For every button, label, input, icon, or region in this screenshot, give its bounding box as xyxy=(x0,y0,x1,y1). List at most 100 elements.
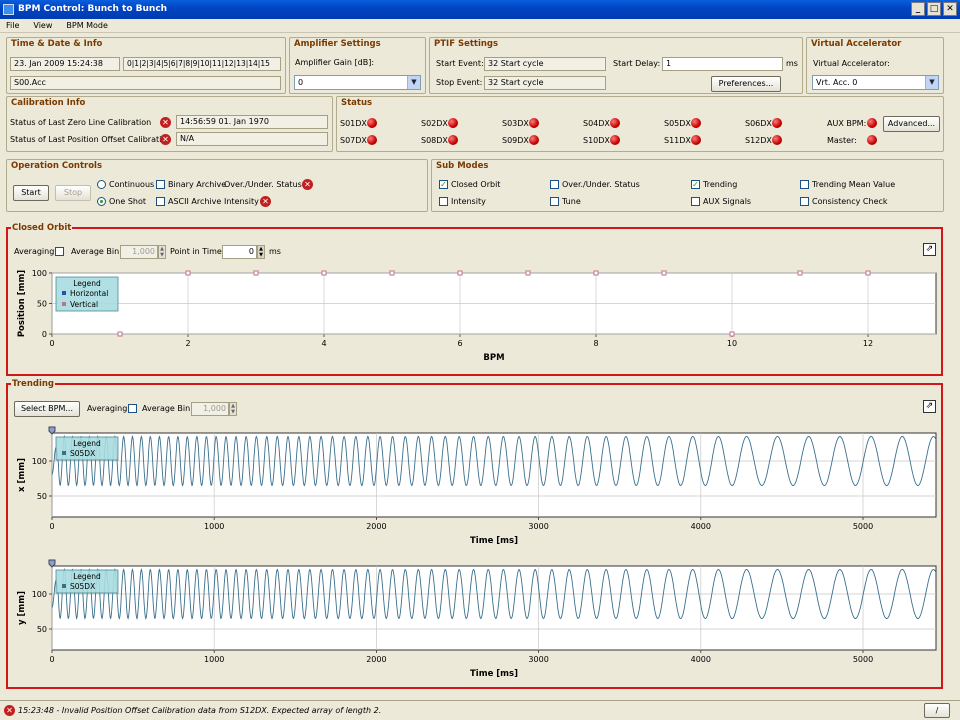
menu-view[interactable]: View xyxy=(33,19,52,32)
trending-average-bin-input[interactable]: 1,000 xyxy=(191,402,229,416)
close-button[interactable]: ✕ xyxy=(943,2,957,16)
plot-area xyxy=(51,565,937,651)
status-led-s07dx xyxy=(367,135,377,145)
trending-panel: Trending Select BPM... Averaging Average… xyxy=(6,379,943,689)
x-tick-label: 12 xyxy=(863,339,873,348)
amplifier-gain-select[interactable]: 0 ▼ xyxy=(294,75,421,90)
maximize-button[interactable]: □ xyxy=(927,2,941,16)
chevron-down-icon[interactable]: ▼ xyxy=(407,76,420,89)
average-bin-input[interactable]: 1,000 xyxy=(120,245,158,259)
closed-orbit-title: Closed Orbit xyxy=(11,223,73,233)
over-under-checkbox[interactable] xyxy=(550,180,559,189)
menu-bpm-mode[interactable]: BPM Mode xyxy=(66,19,108,32)
window-titlebar[interactable]: BPM Control: Bunch to Bunch _ □ ✕ xyxy=(0,0,960,19)
expand-icon[interactable]: ⇗ xyxy=(923,400,936,413)
ptif-settings-panel: PTIF Settings Start Event: 32 Start cycl… xyxy=(429,37,803,94)
average-bin-spinner[interactable]: ▲ ▼ xyxy=(158,245,166,259)
advanced-button[interactable]: Advanced... xyxy=(883,116,940,132)
bunch-indicator: 0|1|2|3|4|5|6|7|8|9|10|11|12|13|14|15 xyxy=(123,57,281,71)
x-tick-label: 5000 xyxy=(853,655,873,664)
time-date-info-title: Time & Date & Info xyxy=(11,39,103,49)
trending-y-chart: 0 1000 2000 3000 4000 5000 50 100 Time [ms] y [mm… xyxy=(17,559,937,679)
aux-signals-checkbox[interactable] xyxy=(691,197,700,206)
one-shot-radio[interactable] xyxy=(97,197,106,206)
y-axis-label: x [mm] xyxy=(17,458,27,492)
data-point-vertical xyxy=(661,270,667,276)
averaging-checkbox[interactable] xyxy=(55,247,64,256)
status-led-s01dx xyxy=(367,118,377,128)
data-point-vertical xyxy=(593,270,599,276)
legend-title: Legend xyxy=(73,572,101,581)
x-tick-label: 2000 xyxy=(366,655,386,664)
status-led-s08dx xyxy=(448,135,458,145)
stop-button[interactable]: Stop xyxy=(55,185,91,201)
minimize-button[interactable]: _ xyxy=(911,2,925,16)
select-bpm-button[interactable]: Select BPM... xyxy=(14,401,80,417)
x-tick-label: 4000 xyxy=(691,522,711,531)
preferences-button[interactable]: Preferences... xyxy=(711,76,781,92)
error-icon: ✕ xyxy=(260,196,271,207)
point-in-time-input[interactable]: 0 xyxy=(222,245,257,259)
point-in-time-spinner[interactable]: ▲ ▼ xyxy=(257,245,265,259)
calibration-info-panel: Calibration Info Status of Last Zero Lin… xyxy=(6,96,333,152)
chevron-down-icon[interactable]: ▼ xyxy=(925,76,938,89)
binary-archive-checkbox[interactable] xyxy=(156,180,165,189)
y-tick-label: 100 xyxy=(32,590,47,599)
binary-archive-label: Binary Archive xyxy=(168,180,227,189)
y-tick-label: 50 xyxy=(37,492,47,501)
tune-checkbox[interactable] xyxy=(550,197,559,206)
y-axis-label: y [mm] xyxy=(17,591,27,625)
x-tick-label: 6 xyxy=(457,339,462,348)
master-label: Master: xyxy=(827,136,857,145)
consistency-check-checkbox[interactable] xyxy=(800,197,809,206)
menu-file[interactable]: File xyxy=(6,19,19,32)
start-button[interactable]: Start xyxy=(13,185,49,201)
closed-orbit-chart: 0 2 4 6 8 10 12 0 50 100 BPM Position [mm] LegendHor… xyxy=(17,269,937,363)
x-axis-label: Time [ms] xyxy=(470,669,518,679)
status-bar-button[interactable]: / xyxy=(924,703,950,718)
status-message: 15:23:48 - Invalid Position Offset Calib… xyxy=(18,706,382,715)
legend-swatch xyxy=(62,291,66,295)
intensity-checkbox[interactable] xyxy=(439,197,448,206)
data-point-vertical xyxy=(797,270,803,276)
x-axis-label: Time [ms] xyxy=(470,536,518,546)
y-axis-label: Position [mm] xyxy=(17,270,27,337)
trending-average-bin-label: Average Bin: xyxy=(142,404,193,413)
virtual-accelerator-select[interactable]: Vrt. Acc. 0 ▼ xyxy=(812,75,939,90)
status-led-s04dx xyxy=(610,118,620,128)
over-under-label: Over./Under. Status xyxy=(224,180,302,189)
trending-averaging-checkbox[interactable] xyxy=(128,404,137,413)
start-delay-label: Start Delay: xyxy=(613,59,661,68)
sub-modes-panel: Sub Modes ✓ Closed Orbit Over./Under. St… xyxy=(431,159,944,212)
trending-checkbox[interactable]: ✓ xyxy=(691,180,700,189)
trending-average-bin-spinner[interactable]: ▲ ▼ xyxy=(229,402,237,416)
x-tick-label: 2000 xyxy=(366,522,386,531)
legend-title: Legend xyxy=(73,439,101,448)
continuous-label: Continuous xyxy=(109,180,155,189)
expand-icon[interactable]: ⇗ xyxy=(923,243,936,256)
status-label-s09dx: S09DX xyxy=(502,136,529,145)
continuous-radio[interactable] xyxy=(97,180,106,189)
trending-mean-checkbox[interactable] xyxy=(800,180,809,189)
status-label-s12dx: S12DX xyxy=(745,136,772,145)
closed-orbit-checkbox[interactable]: ✓ xyxy=(439,180,448,189)
virtual-accelerator-label: Virtual Accelerator: xyxy=(813,59,890,68)
window-controls: _ □ ✕ xyxy=(911,2,957,16)
aux-bpm-led xyxy=(867,118,877,128)
status-label-s06dx: S06DX xyxy=(745,119,772,128)
time-date-info-panel: Time & Date & Info 23. Jan 2009 15:24:38… xyxy=(6,37,286,94)
start-delay-input[interactable]: 1 xyxy=(662,57,783,71)
offset-calibration-field: N/A xyxy=(176,132,328,146)
plot-area xyxy=(51,432,937,518)
y-tick-label: 50 xyxy=(37,625,47,634)
stop-event-label: Stop Event: xyxy=(436,78,483,87)
virtual-accelerator-title: Virtual Accelerator xyxy=(811,39,902,49)
x-tick-label: 0 xyxy=(49,655,54,664)
status-label-s07dx: S07DX xyxy=(340,136,367,145)
data-point-vertical xyxy=(185,270,191,276)
zero-line-label: Status of Last Zero Line Calibration xyxy=(10,118,152,127)
ascii-archive-checkbox[interactable] xyxy=(156,197,165,206)
trending-label: Trending xyxy=(703,180,738,189)
amplifier-gain-label: Amplifier Gain [dB]: xyxy=(295,58,375,67)
point-in-time-unit: ms xyxy=(269,247,281,256)
